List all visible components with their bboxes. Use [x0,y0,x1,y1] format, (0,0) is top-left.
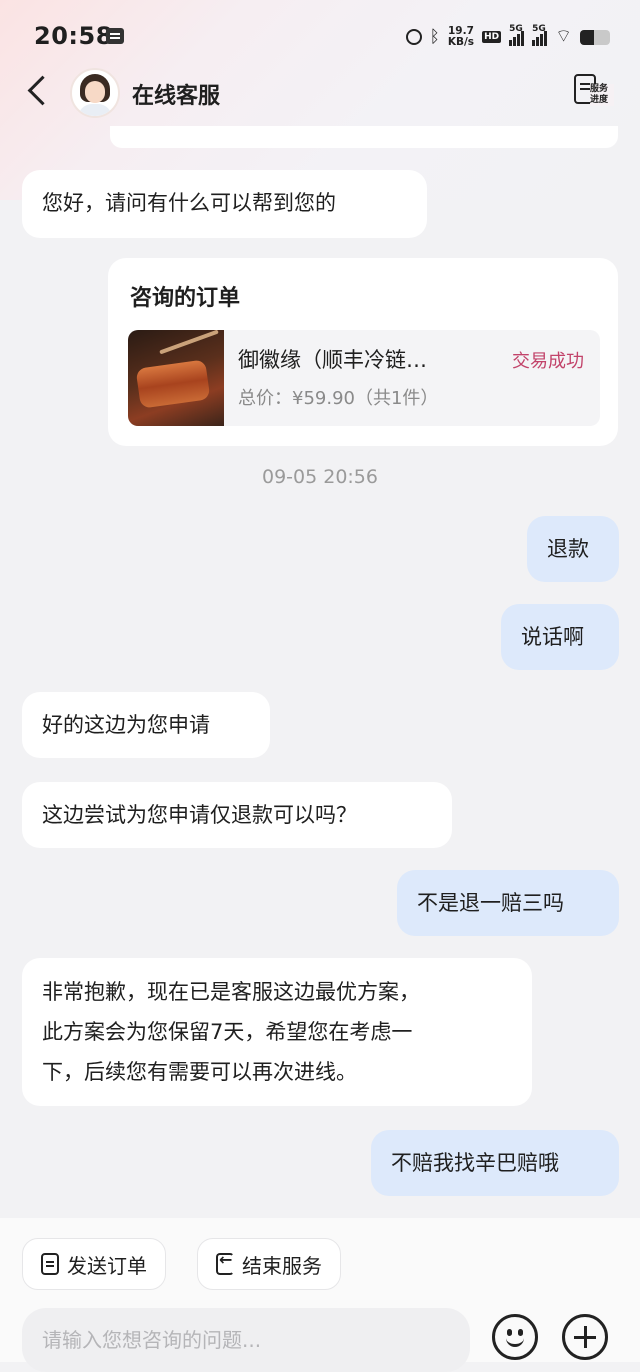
signal-icon: 5G [509,24,525,46]
message-text: 您好，请问有什么可以帮到您的 [42,191,336,215]
message-text: 好的这边为您申请 [42,713,210,737]
order-status: 交易成功 [512,351,584,372]
back-arrow-icon[interactable] [27,75,58,106]
nav-bar: 在线客服 服务进度 [0,66,640,122]
user-message: 不是退一赔三吗 [397,870,619,936]
message-input[interactable] [22,1308,470,1372]
message-text: 退款 [547,537,589,561]
message-line: 非常抱歉，现在已是客服这边最优方案， [42,980,420,1004]
order-item[interactable]: 御徽缘（顺丰冷链… 交易成功 总价：¥59.90（共1件） [128,330,600,426]
agent-message: 好的这边为您申请 [22,692,270,758]
order-price: 总价：¥59.90（共1件） [238,388,439,409]
service-progress-label: 服务进度 [590,84,614,106]
message-line: 下，后续您有需要可以再次进线。 [42,1060,357,1084]
status-time: 20:58 [34,22,113,50]
send-order-label: 发送订单 [67,1253,147,1278]
end-service-label: 结束服务 [242,1253,322,1278]
emoji-icon[interactable] [492,1314,538,1360]
network-speed-unit: KB/s [447,36,475,48]
status-icons: ᛒ 19.7 KB/s HD 5G 5G ⌔ [405,24,610,50]
end-service-button[interactable]: 结束服务 [197,1238,341,1290]
message-line: 此方案会为您保留7天，希望您在考虑一 [42,1020,413,1044]
battery-icon [580,29,610,45]
document-icon [41,1253,59,1275]
input-bar: 发送订单 结束服务 [0,1218,640,1372]
agent-message: 非常抱歉，现在已是客服这边最优方案， 此方案会为您保留7天，希望您在考虑一 下，… [22,958,532,1106]
alarm-icon [405,29,422,45]
agent-message: 这边尝试为您申请仅退款可以吗？ [22,782,452,848]
service-progress-button[interactable]: 服务进度 [572,72,616,118]
page-title: 在线客服 [132,84,221,109]
order-card[interactable]: 咨询的订单 御徽缘（顺丰冷链… 交易成功 总价：¥59.90（共1件） [108,258,618,446]
product-thumbnail [128,330,224,426]
order-card-title: 咨询的订单 [130,286,241,311]
agent-message: 您好，请问有什么可以帮到您的 [22,170,427,238]
status-bar: 20:58 ᛒ 19.7 KB/s HD 5G 5G ⌔ [0,0,640,72]
product-name: 御徽缘（顺丰冷链… [238,348,427,372]
message-icon [106,28,124,44]
message-text: 说话啊 [521,625,584,649]
previous-card-edge [110,126,618,148]
sim2-label: 5G [532,24,546,34]
message-text: 不是退一赔三吗 [417,891,564,915]
exit-icon [216,1250,234,1275]
timestamp: 09-05 20:56 [261,466,378,488]
message-text: 不赔我找辛巴赔哦 [391,1151,559,1175]
message-text: 这边尝试为您申请仅退款可以吗？ [42,803,357,827]
network-speed: 19.7 KB/s [448,26,474,48]
send-order-button[interactable]: 发送订单 [22,1238,166,1290]
bluetooth-icon: ᛒ [429,27,440,47]
user-message: 说话啊 [501,604,619,670]
user-message: 不赔我找辛巴赔哦 [371,1130,619,1196]
sim1-label: 5G [509,24,523,34]
wifi-icon: ⌔ [555,26,572,47]
hd-badge: HD [482,31,502,43]
signal-icon: 5G [532,24,548,46]
agent-avatar [70,68,120,118]
plus-icon[interactable] [562,1314,608,1360]
user-message: 退款 [527,516,619,582]
